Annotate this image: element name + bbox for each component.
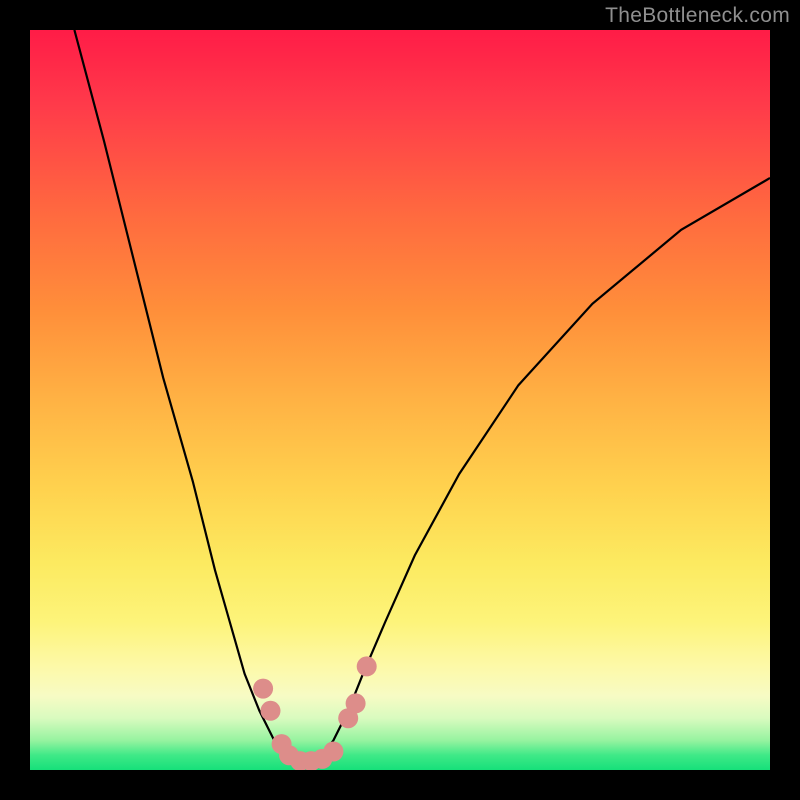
watermark-text: TheBottleneck.com (605, 4, 790, 28)
chart-frame: TheBottleneck.com (0, 0, 800, 800)
gradient-background (30, 30, 770, 770)
plot-area (30, 30, 770, 770)
